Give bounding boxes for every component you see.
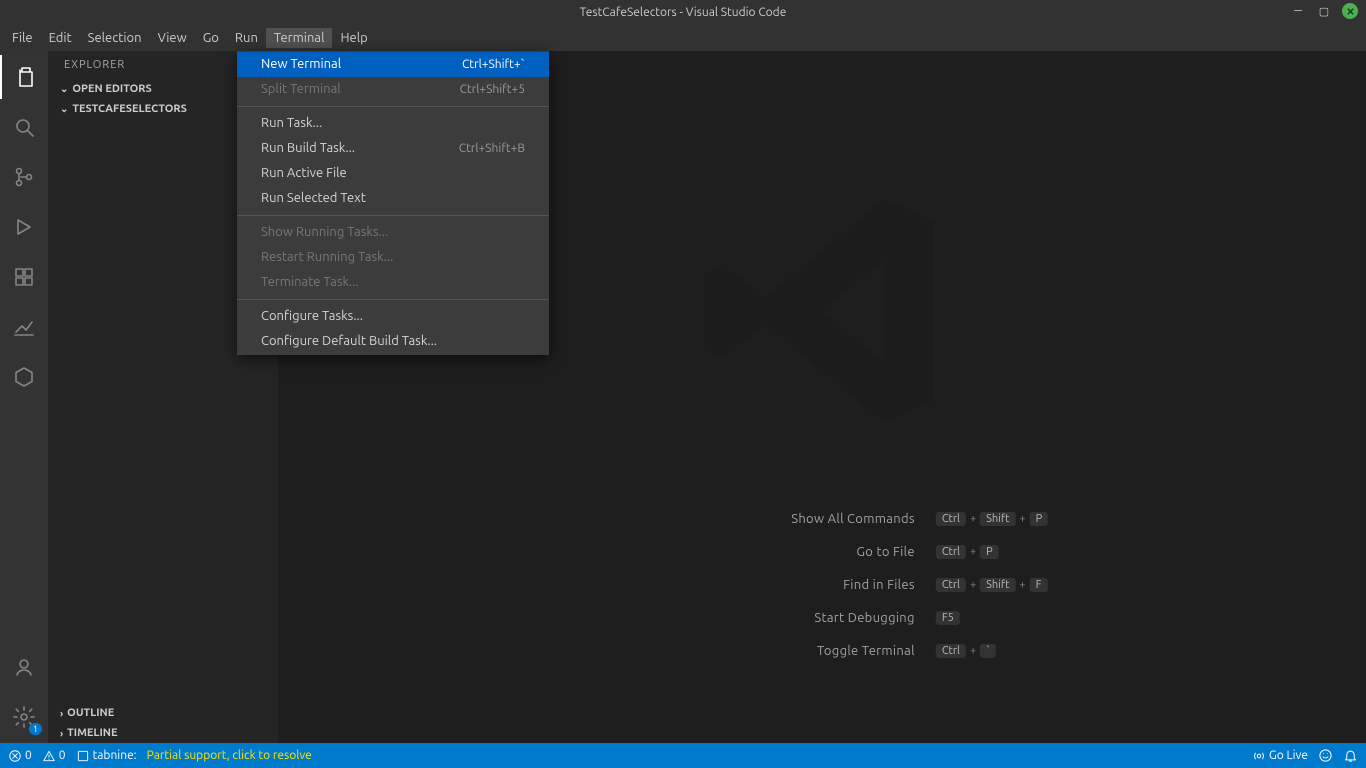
status-errors[interactable]: 0 <box>8 749 32 763</box>
menubar: FileEditSelectionViewGoRunTerminalHelp <box>0 25 1366 51</box>
chevron-right-icon: › <box>60 728 63 739</box>
kbd-key: Ctrl <box>936 545 966 559</box>
kbd-key: ` <box>980 644 996 658</box>
explorer-icon[interactable] <box>0 55 48 99</box>
kbd-key: P <box>980 545 999 559</box>
menu-terminal[interactable]: Terminal <box>266 28 333 48</box>
hint-row: Start DebuggingF5 <box>595 610 1049 625</box>
menu-edit[interactable]: Edit <box>41 28 80 48</box>
chevron-right-icon: › <box>60 708 63 719</box>
status-tabnine-message[interactable]: Partial support, click to resolve <box>147 749 312 762</box>
kbd-key: Ctrl <box>936 512 966 526</box>
window-controls: ─ ▢ <box>1290 3 1358 19</box>
kbd-key: F5 <box>936 611 960 625</box>
kbd-key: Shift <box>980 578 1015 592</box>
titlebar: TestCafeSelectors - Visual Studio Code ─… <box>0 0 1366 25</box>
menu-item-run-build-task[interactable]: Run Build Task...Ctrl+Shift+B <box>237 136 549 161</box>
maximize-button[interactable]: ▢ <box>1316 3 1332 19</box>
status-feedback-icon[interactable] <box>1318 748 1333 763</box>
menu-selection[interactable]: Selection <box>80 28 150 48</box>
hint-row: Toggle TerminalCtrl+` <box>595 643 1049 658</box>
kbd-key: Shift <box>980 512 1015 526</box>
hint-row: Show All CommandsCtrl+Shift+P <box>595 511 1049 526</box>
menu-separator <box>237 215 549 216</box>
status-golive[interactable]: Go Live <box>1252 749 1308 763</box>
menu-file[interactable]: File <box>4 28 41 48</box>
kbd-key: Ctrl <box>936 578 966 592</box>
hint-row: Go to FileCtrl+P <box>595 544 1049 559</box>
window-title: TestCafeSelectors - Visual Studio Code <box>580 6 787 19</box>
menu-item-restart-running-task: Restart Running Task... <box>237 245 549 270</box>
hexagon-icon[interactable] <box>0 355 48 399</box>
menu-item-show-running-tasks: Show Running Tasks... <box>237 220 549 245</box>
hint-label: Find in Files <box>595 578 935 592</box>
menu-separator <box>237 106 549 107</box>
status-bar: 0 0 tabnine: Partial support, click to r… <box>0 743 1366 768</box>
welcome-hints: Show All CommandsCtrl+Shift+PGo to FileC… <box>595 511 1049 676</box>
menu-item-run-task[interactable]: Run Task... <box>237 111 549 136</box>
minimize-button[interactable]: ─ <box>1290 3 1306 19</box>
extensions-icon[interactable] <box>0 255 48 299</box>
chevron-down-icon: ⌄ <box>60 103 68 115</box>
main-area: 1 EXPLORER ⌄ OPEN EDITORS ⌄ TESTCAFESELE… <box>0 51 1366 743</box>
menu-item-terminate-task: Terminate Task... <box>237 270 549 295</box>
kbd-key: P <box>1030 512 1049 526</box>
close-button[interactable] <box>1342 3 1358 19</box>
kbd-key: Ctrl <box>936 644 966 658</box>
hint-label: Go to File <box>595 545 935 559</box>
menu-view[interactable]: View <box>150 28 195 48</box>
menu-run[interactable]: Run <box>227 28 266 48</box>
hint-label: Start Debugging <box>595 611 935 625</box>
menu-item-split-terminal: Split TerminalCtrl+Shift+5 <box>237 77 549 102</box>
source-control-icon[interactable] <box>0 155 48 199</box>
chart-icon[interactable] <box>0 305 48 349</box>
menu-item-new-terminal[interactable]: New TerminalCtrl+Shift+` <box>237 52 549 77</box>
menu-separator <box>237 299 549 300</box>
menu-item-configure-default-build-task[interactable]: Configure Default Build Task... <box>237 329 549 354</box>
search-icon[interactable] <box>0 105 48 149</box>
sidebar-section-timeline[interactable]: › TIMELINE <box>48 723 278 743</box>
menu-go[interactable]: Go <box>195 28 227 48</box>
accounts-icon[interactable] <box>0 645 48 689</box>
menu-item-run-active-file[interactable]: Run Active File <box>237 161 549 186</box>
hint-label: Toggle Terminal <box>595 644 935 658</box>
status-bell-icon[interactable] <box>1343 748 1358 763</box>
status-tabnine[interactable]: tabnine: <box>76 749 137 763</box>
terminal-menu-dropdown: New TerminalCtrl+Shift+`Split TerminalCt… <box>237 51 549 355</box>
vscode-watermark-icon <box>682 171 962 455</box>
sidebar-section-outline[interactable]: › OUTLINE <box>48 703 278 723</box>
settings-gear-icon[interactable]: 1 <box>0 695 48 739</box>
chevron-down-icon: ⌄ <box>60 83 68 95</box>
activity-bar: 1 <box>0 51 48 743</box>
kbd-key: F <box>1030 578 1048 592</box>
menu-help[interactable]: Help <box>332 28 375 48</box>
menu-item-configure-tasks[interactable]: Configure Tasks... <box>237 304 549 329</box>
menu-item-run-selected-text[interactable]: Run Selected Text <box>237 186 549 211</box>
hint-label: Show All Commands <box>595 512 935 526</box>
run-debug-icon[interactable] <box>0 205 48 249</box>
hint-row: Find in FilesCtrl+Shift+F <box>595 577 1049 592</box>
status-warnings[interactable]: 0 <box>42 749 66 763</box>
settings-badge: 1 <box>29 723 42 735</box>
